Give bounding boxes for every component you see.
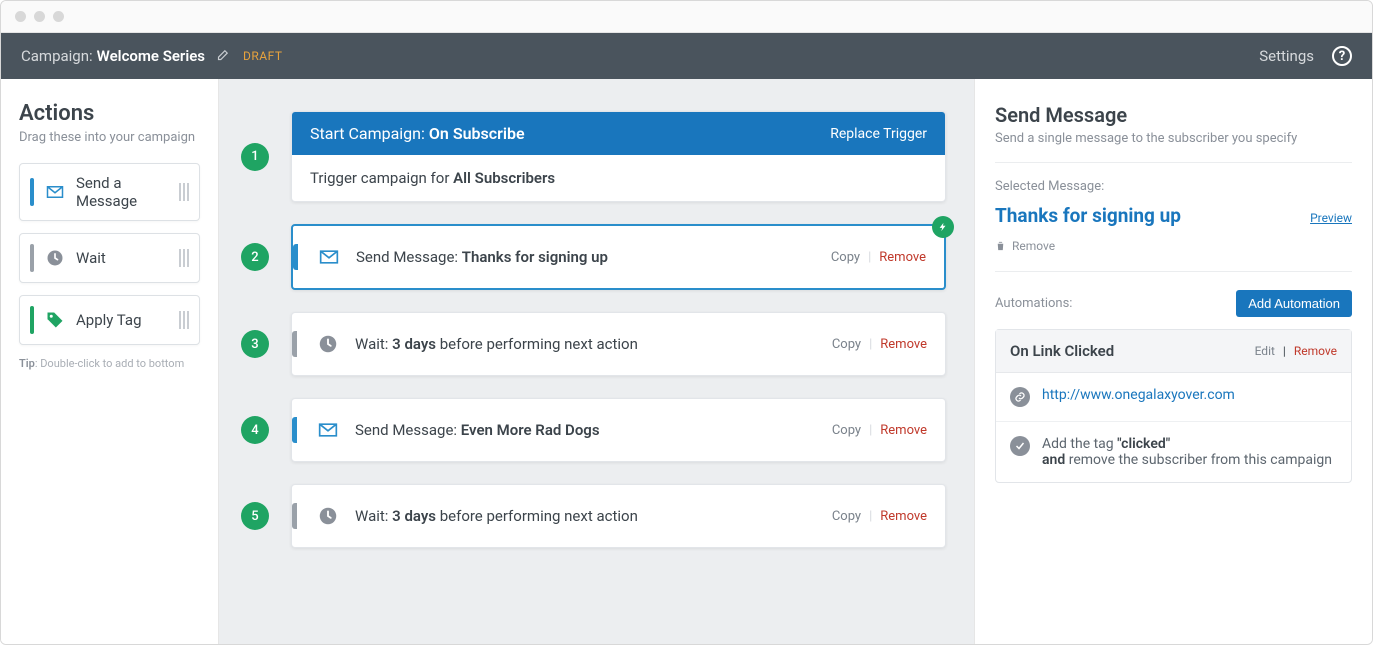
action-label: Wait — [76, 249, 179, 267]
drag-handle-icon — [179, 249, 189, 267]
actions-title: Actions — [19, 101, 200, 126]
remove-button[interactable]: Remove — [879, 250, 926, 265]
clock-icon — [315, 331, 341, 357]
step-text: Wait: 3 days before performing next acti… — [355, 335, 832, 353]
step-text: Send Message: Even More Rad Dogs — [355, 421, 832, 439]
mail-icon — [316, 244, 342, 270]
automation-header: On Link Clicked Edit | Remove — [996, 330, 1351, 373]
wait-card[interactable]: Wait: 3 days before performing next acti… — [291, 312, 946, 376]
clock-icon — [315, 503, 341, 529]
remove-message-button[interactable]: Remove — [995, 239, 1352, 272]
inspector-desc: Send a single message to the subscriber … — [995, 131, 1352, 163]
inspector-title: Send Message — [995, 103, 1352, 127]
selected-message-label: Selected Message: — [995, 179, 1352, 194]
mail-icon — [315, 417, 341, 443]
drag-handle-icon — [179, 183, 189, 201]
action-label: Send a Message — [76, 174, 179, 210]
action-label: Apply Tag — [76, 311, 179, 329]
window-titlebar — [1, 1, 1372, 33]
selected-message-title[interactable]: Thanks for signing up — [995, 204, 1181, 227]
mail-icon — [44, 181, 66, 203]
campaign-name: Welcome Series — [97, 47, 205, 65]
step-number: 2 — [241, 243, 269, 271]
actions-sidebar: Actions Drag these into your campaign Se… — [1, 79, 219, 644]
automation-link-row: http://www.onegalaxyover.com — [996, 373, 1351, 421]
copy-button[interactable]: Copy — [832, 423, 861, 438]
actions-tip: Tip: Double-click to add to bottom — [19, 357, 200, 370]
actions-subtitle: Drag these into your campaign — [19, 130, 200, 145]
step-text: Wait: 3 days before performing next acti… — [355, 507, 832, 525]
campaign-canvas: 1 Start Campaign: On Subscribe Replace T… — [219, 79, 974, 644]
automation-edit-button[interactable]: Edit — [1255, 344, 1275, 358]
window-control-zoom[interactable] — [53, 11, 64, 22]
window-control-close[interactable] — [15, 11, 26, 22]
link-icon — [1010, 387, 1030, 407]
automations-label: Automations: — [995, 296, 1072, 311]
step-number: 3 — [241, 330, 269, 358]
app-window: Campaign: Welcome Series DRAFT Settings … — [0, 0, 1373, 645]
trigger-label: Start Campaign: — [310, 124, 425, 143]
automation-card: On Link Clicked Edit | Remove http://www… — [995, 329, 1352, 483]
step-number: 4 — [241, 416, 269, 444]
automation-remove-button[interactable]: Remove — [1294, 344, 1337, 358]
trigger-body: Trigger campaign for All Subscribers — [292, 155, 945, 201]
send-message-card[interactable]: Send Message: Thanks for signing upCopy|… — [291, 224, 946, 290]
replace-trigger-button[interactable]: Replace Trigger — [830, 126, 927, 142]
edit-campaign-icon[interactable] — [215, 49, 229, 63]
tag-icon — [44, 309, 66, 331]
action-wait[interactable]: Wait — [19, 233, 200, 283]
trigger-card[interactable]: Start Campaign: On Subscribe Replace Tri… — [291, 111, 946, 202]
trigger-header: Start Campaign: On Subscribe Replace Tri… — [292, 112, 945, 155]
automation-action-row: Add the tag "clicked" and remove the sub… — [996, 421, 1351, 482]
step-number: 1 — [241, 143, 269, 171]
settings-link[interactable]: Settings — [1259, 47, 1314, 65]
inspector-panel: Send Message Send a single message to th… — [974, 79, 1372, 644]
send-message-card[interactable]: Send Message: Even More Rad DogsCopy|Rem… — [291, 398, 946, 462]
step-row: 2 Send Message: Thanks for signing upCopy… — [241, 224, 946, 290]
action-apply-tag[interactable]: Apply Tag — [19, 295, 200, 345]
add-automation-button[interactable]: Add Automation — [1236, 290, 1352, 317]
window-control-minimize[interactable] — [34, 11, 45, 22]
step-row: 4 Send Message: Even More Rad DogsCopy|Re… — [241, 398, 946, 462]
step-row-trigger: 1 Start Campaign: On Subscribe Replace T… — [241, 111, 946, 202]
copy-button[interactable]: Copy — [831, 250, 860, 265]
campaign-label: Campaign: — [21, 47, 93, 65]
step-number: 5 — [241, 502, 269, 530]
step-row: 3 Wait: 3 days before performing next act… — [241, 312, 946, 376]
action-send-message[interactable]: Send a Message — [19, 163, 200, 221]
remove-button[interactable]: Remove — [880, 337, 927, 352]
remove-button[interactable]: Remove — [880, 509, 927, 524]
step-text: Send Message: Thanks for signing up — [356, 248, 831, 266]
check-icon — [1010, 436, 1030, 456]
trash-icon — [995, 240, 1006, 252]
automation-link[interactable]: http://www.onegalaxyover.com — [1042, 387, 1235, 403]
trigger-value: On Subscribe — [429, 124, 525, 143]
copy-button[interactable]: Copy — [832, 509, 861, 524]
drag-handle-icon — [179, 311, 189, 329]
wait-card[interactable]: Wait: 3 days before performing next acti… — [291, 484, 946, 548]
step-row: 5 Wait: 3 days before performing next act… — [241, 484, 946, 548]
remove-button[interactable]: Remove — [880, 423, 927, 438]
status-badge: DRAFT — [243, 49, 283, 63]
automation-title: On Link Clicked — [1010, 342, 1114, 360]
clock-icon — [44, 247, 66, 269]
help-icon[interactable]: ? — [1332, 46, 1352, 66]
automation-bolt-icon — [932, 216, 954, 238]
preview-link[interactable]: Preview — [1310, 211, 1352, 225]
app-topbar: Campaign: Welcome Series DRAFT Settings … — [1, 33, 1372, 79]
copy-button[interactable]: Copy — [832, 337, 861, 352]
